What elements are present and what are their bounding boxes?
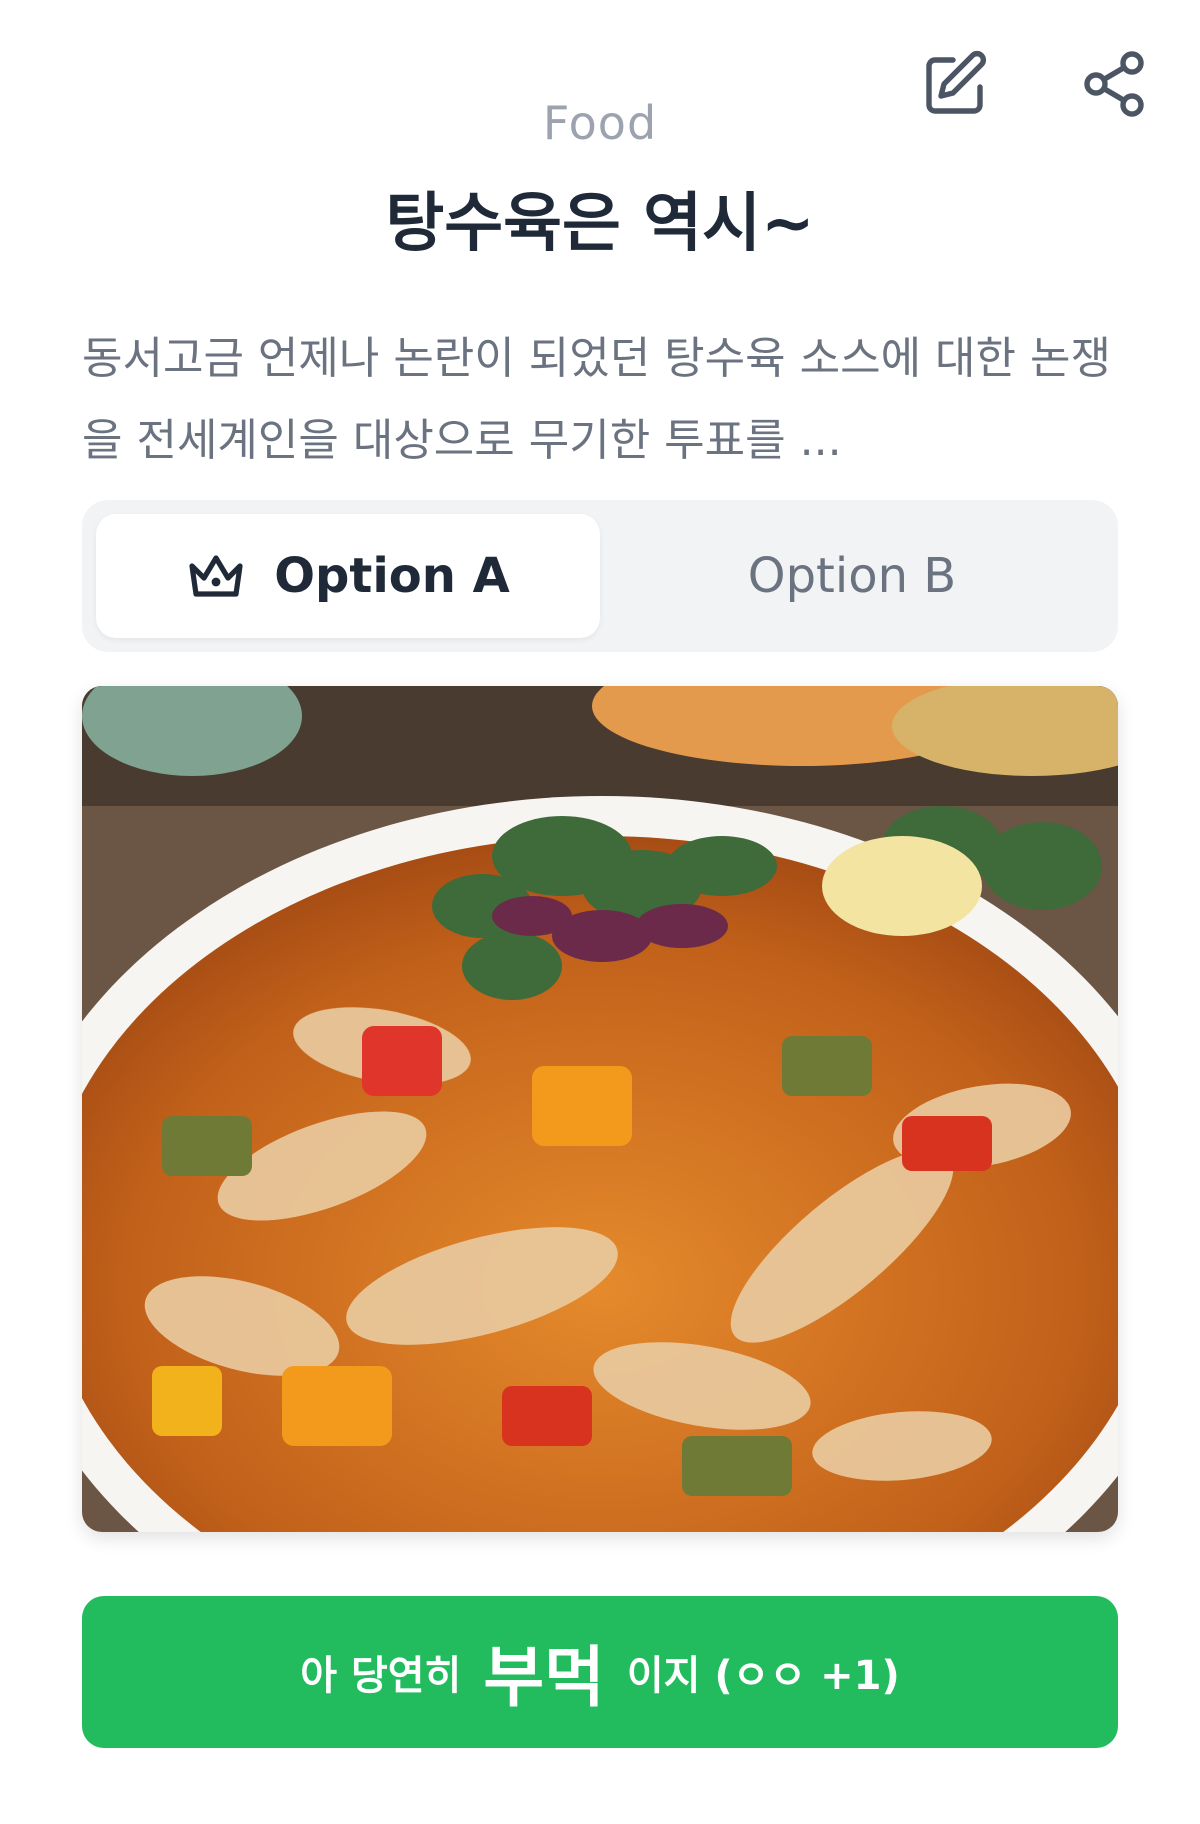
vote-emphasis: 부먹 xyxy=(483,1639,605,1716)
vote-prefix: 아 당연히 xyxy=(300,1653,462,1699)
option-toggle: Option A Option B xyxy=(82,500,1118,652)
description-text: 동서고금 언제나 논란이 되었던 탕수육 소스에 대한 논쟁을 전세계인을 대상… xyxy=(82,333,1111,466)
category-label: Food xyxy=(542,96,658,150)
food-photo-illustration xyxy=(82,686,1118,1532)
vote-suffix: 이지 (ㅇㅇ +1) xyxy=(626,1653,900,1699)
page-title: 탕수육은 역시~ xyxy=(385,187,815,261)
vote-button[interactable]: 아 당연히 부먹 이지 (ㅇㅇ +1) xyxy=(82,1596,1118,1748)
option-a-label: Option A xyxy=(274,548,510,604)
option-b-label: Option B xyxy=(747,548,957,604)
option-a-tab[interactable]: Option A xyxy=(96,514,600,638)
food-photo xyxy=(82,686,1118,1532)
option-b-tab[interactable]: Option B xyxy=(600,514,1104,638)
crown-icon xyxy=(189,555,243,597)
